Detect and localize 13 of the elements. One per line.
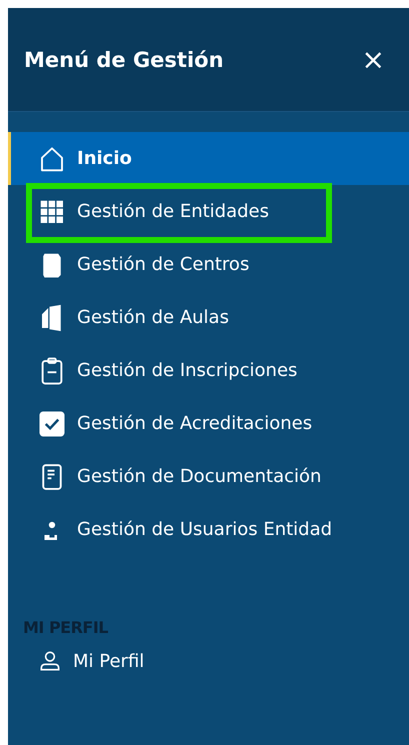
menu-item[interactable]: Gestión de Entidades xyxy=(8,185,409,238)
menu-item[interactable]: Gestión de Usuarios Entidad xyxy=(8,503,409,556)
section-heading: MI PERFIL xyxy=(22,618,109,637)
menu-item[interactable]: Mi Perfil xyxy=(8,641,409,681)
menu-item[interactable]: Gestión de Aulas xyxy=(8,291,409,344)
checkbox-icon xyxy=(37,408,67,438)
menu-item[interactable]: Gestión de Documentación xyxy=(8,450,409,503)
menu-item[interactable]: Gestión de Centros xyxy=(8,238,409,291)
menu-item[interactable]: Inicio xyxy=(8,132,409,185)
menu-item[interactable]: Gestión de Acreditaciones xyxy=(8,397,409,450)
menu-title: Menú de Gestión xyxy=(24,48,224,72)
menu-item[interactable]: Gestión de Inscripciones xyxy=(8,344,409,397)
close-button[interactable]: × xyxy=(358,46,389,74)
